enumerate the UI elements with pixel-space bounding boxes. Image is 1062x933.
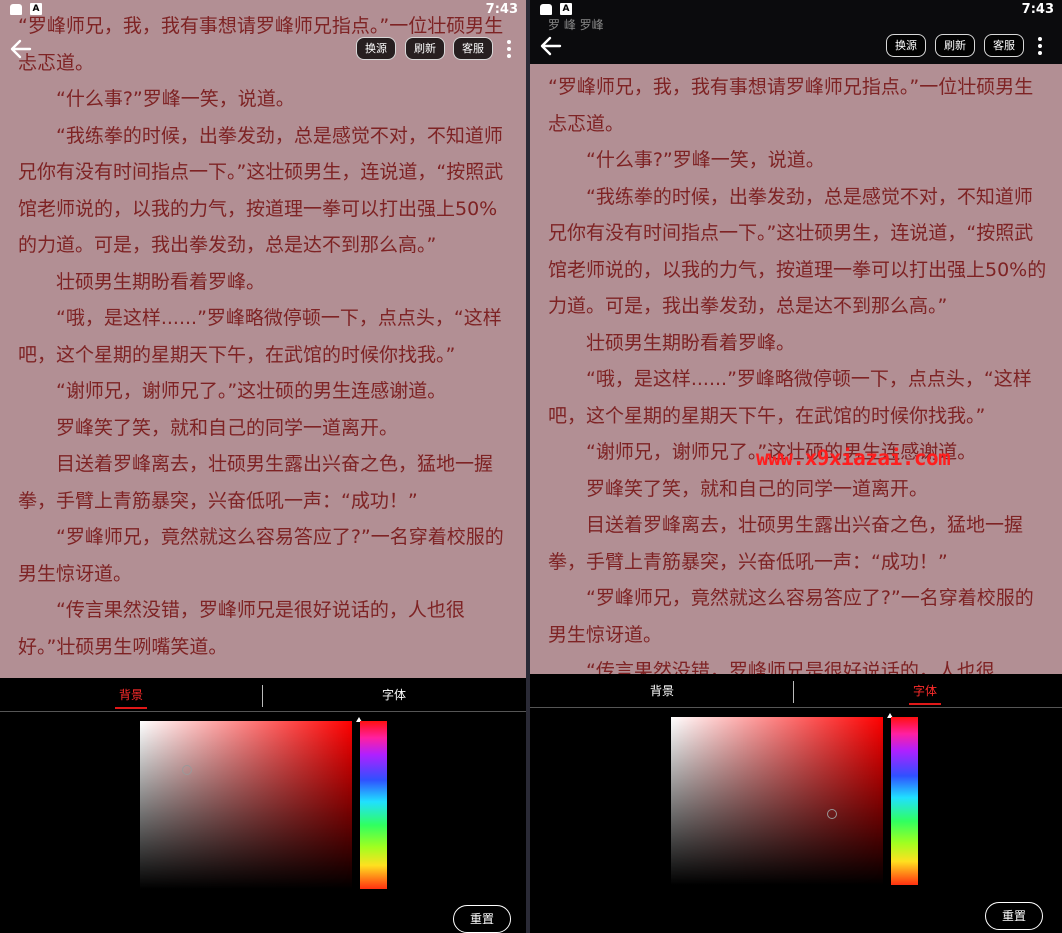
more-menu-icon[interactable] xyxy=(1037,37,1043,57)
paragraph: 目送着罗峰离去，壮硕男生露出兴奋之色，猛地一握拳，手臂上青筋暴突，兴奋低吼一声：… xyxy=(18,453,494,512)
more-menu-icon[interactable] xyxy=(506,40,512,60)
notification-icon xyxy=(10,4,22,15)
saturation-value-picker[interactable] xyxy=(140,721,352,889)
paragraph: 壮硕男生期盼看着罗峰。 xyxy=(586,331,796,354)
customer-service-button[interactable]: 客服 xyxy=(453,37,493,60)
back-arrow-icon[interactable] xyxy=(536,31,566,61)
app-a-icon: A xyxy=(30,3,42,15)
notification-icon xyxy=(540,4,552,15)
tab-background[interactable]: 背景 xyxy=(114,686,148,709)
paragraph: “谢师兄，谢师兄了。”这壮硕的男生连感谢道。 xyxy=(56,380,447,402)
saturation-value-picker[interactable] xyxy=(671,717,883,885)
status-time: 7:43 xyxy=(485,2,518,17)
back-arrow-icon[interactable] xyxy=(6,34,36,64)
reader-screen-left: “罗峰师兄，我，我有事想请罗峰师兄指点。”一位壮硕男生忐忑道。 “什么事?”罗峰一… xyxy=(0,0,526,933)
customer-service-button[interactable]: 客服 xyxy=(984,34,1024,57)
tab-font[interactable]: 字体 xyxy=(908,682,942,705)
paragraph: “什么事?”罗峰一笑，说道。 xyxy=(586,149,825,171)
status-bar: A 7:43 xyxy=(530,0,1062,22)
paragraph: 壮硕男生期盼看着罗峰。 xyxy=(56,270,266,293)
chapter-text: “罗峰师兄，我，我有事想请罗峰师兄指点。”一位壮硕男生忐忑道。 “什么事?”罗峰一… xyxy=(548,69,1048,674)
paragraph: “罗峰师兄，我，我有事想请罗峰师兄指点。”一位壮硕男生忐忑道。 xyxy=(548,76,1034,135)
color-tabs: 背景 字体 xyxy=(0,678,526,712)
refresh-button[interactable]: 刷新 xyxy=(935,34,975,57)
change-source-button[interactable]: 换源 xyxy=(886,34,926,57)
paragraph: “传言果然没错，罗峰师兄是很好说话的，人也很好。”壮硕男生咧嘴笑道。 xyxy=(18,599,465,658)
status-time: 7:43 xyxy=(1021,2,1054,17)
app-a-icon: A xyxy=(560,3,572,15)
paragraph: “罗峰师兄，竟然就这么容易答应了?”一名穿着校服的男生惊讶道。 xyxy=(18,526,504,585)
reading-page[interactable]: “罗峰师兄，我，我有事想请罗峰师兄指点。”一位壮硕男生忐忑道。 “什么事?”罗峰一… xyxy=(0,0,526,678)
tab-divider xyxy=(793,681,794,703)
reset-button[interactable]: 重置 xyxy=(985,902,1043,930)
paragraph: 罗峰笑了笑，就和自己的同学一道离开。 xyxy=(56,416,399,439)
tab-divider xyxy=(262,685,263,707)
hue-slider[interactable] xyxy=(891,717,918,885)
color-tabs: 背景 字体 xyxy=(530,674,1062,708)
tab-font[interactable]: 字体 xyxy=(382,686,406,703)
paragraph: “我练拳的时候，出拳发劲，总是感觉不对，不知道师兄你有没有时间指点一下。”这壮硕… xyxy=(18,124,504,257)
hue-slider[interactable] xyxy=(360,721,387,889)
site-watermark: www.x9xiazai.com xyxy=(756,446,951,470)
reader-toolbar: 换源 刷新 客服 xyxy=(0,30,526,70)
color-cursor[interactable] xyxy=(827,809,838,820)
paragraph: “传言果然没错，罗峰师兄是很好说话的，人也很好。”壮硕男生咧嘴笑道。 xyxy=(586,660,995,674)
paragraph: “我练拳的时候，出拳发劲，总是感觉不对，不知道师兄你有没有时间指点一下。”这壮硕… xyxy=(548,185,1047,318)
paragraph: “哦，是这样......”罗峰略微停顿一下，点点头，“这样吧，这个星期的星期天下… xyxy=(18,307,502,366)
color-panel: 背景 字体 重置 xyxy=(0,678,526,933)
refresh-button[interactable]: 刷新 xyxy=(405,37,445,60)
paragraph: 罗峰笑了笑，就和自己的同学一道离开。 xyxy=(586,477,929,500)
color-panel: 背景 字体 重置 xyxy=(530,674,1062,933)
change-source-button[interactable]: 换源 xyxy=(356,37,396,60)
status-bar: A 7:43 xyxy=(0,0,526,22)
reader-toolbar: 换源 刷新 客服 xyxy=(530,27,1062,67)
tab-background[interactable]: 背景 xyxy=(650,682,674,699)
color-cursor[interactable] xyxy=(181,764,192,775)
paragraph: “什么事?”罗峰一笑，说道。 xyxy=(56,88,295,110)
reset-button[interactable]: 重置 xyxy=(453,905,511,933)
paragraph: “哦，是这样......”罗峰略微停顿一下，点点头，“这样吧，这个星期的星期天下… xyxy=(548,368,1032,427)
reading-page[interactable]: “罗峰师兄，我，我有事想请罗峰师兄指点。”一位壮硕男生忐忑道。 “什么事?”罗峰一… xyxy=(530,64,1062,674)
paragraph: “罗峰师兄，竟然就这么容易答应了?”一名穿着校服的男生惊讶道。 xyxy=(548,587,1034,646)
chapter-text: “罗峰师兄，我，我有事想请罗峰师兄指点。”一位壮硕男生忐忑道。 “什么事?”罗峰一… xyxy=(18,8,512,665)
paragraph: 目送着罗峰离去，壮硕男生露出兴奋之色，猛地一握拳，手臂上青筋暴突，兴奋低吼一声：… xyxy=(548,514,1024,573)
